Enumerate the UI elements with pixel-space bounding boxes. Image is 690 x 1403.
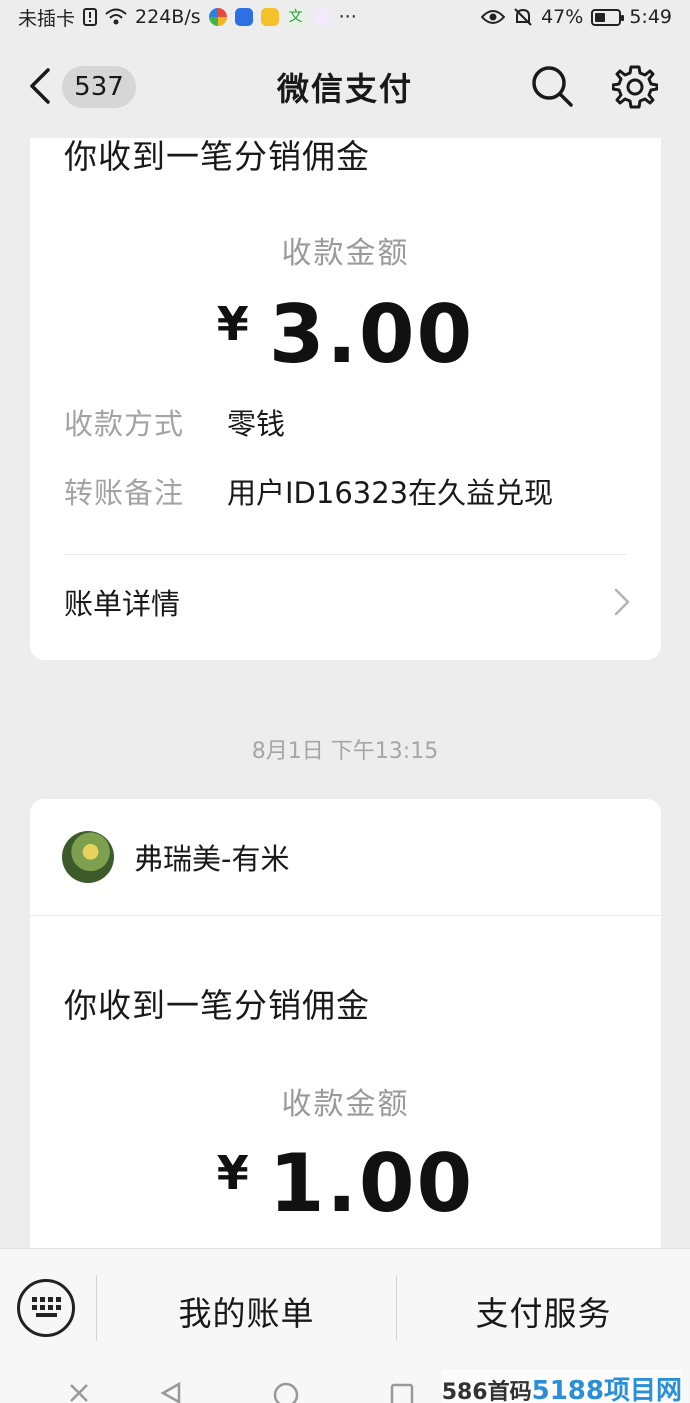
bill-detail-label: 账单详情: [64, 587, 181, 621]
eye-icon: [481, 10, 506, 24]
app-notification-icon: [312, 8, 331, 26]
network-speed: 224B/s: [135, 6, 201, 28]
watermark: 586首码5188项目网: [441, 1370, 682, 1403]
my-bills-menu[interactable]: 我的账单: [97, 1287, 396, 1335]
bell-muted-icon: [514, 8, 532, 26]
amount-value: ¥1.00: [216, 1137, 475, 1230]
payment-method-label: 收款方式: [64, 407, 185, 441]
payment-services-menu[interactable]: 支付服务: [397, 1287, 690, 1335]
divider: [64, 554, 627, 555]
nav-bar: 537 微信支付: [0, 34, 690, 138]
amount-label: 收款金额: [281, 236, 410, 271]
transfer-note-value: 用户ID16323在久益兑现: [227, 476, 554, 510]
back-triangle-icon[interactable]: [160, 1382, 182, 1403]
keyboard-icon: [32, 1297, 61, 1317]
app-notification-icon: 文: [286, 8, 305, 26]
carrier-label: 未插卡: [18, 7, 76, 30]
card-title: 你收到一笔分销佣金: [64, 138, 370, 176]
card-title: 你收到一笔分销佣金: [64, 986, 370, 1025]
sender-name: 弗瑞美-有米: [134, 842, 290, 876]
home-circle-icon[interactable]: [273, 1382, 299, 1403]
app-notification-icon: [260, 8, 279, 26]
bill-detail-link[interactable]: 账单详情: [64, 581, 631, 623]
payment-card[interactable]: 你收到一笔分销佣金 收款金额 ¥3.00 收款方式 零钱 转账备注 用户ID16…: [30, 138, 661, 660]
transfer-note-row: 转账备注 用户ID16323在久益兑现: [64, 470, 553, 512]
status-bar: 未插卡 224B/s 文 ··· 47% 5:49: [0, 0, 690, 34]
transfer-note-label: 转账备注: [64, 476, 185, 510]
message-list[interactable]: 你收到一笔分销佣金 收款金额 ¥3.00 收款方式 零钱 转账备注 用户ID16…: [0, 138, 690, 1248]
battery-percent: 47%: [541, 6, 584, 28]
amount-value: ¥3.00: [216, 288, 475, 381]
bottom-menu-bar: 我的账单 支付服务: [0, 1248, 690, 1368]
payment-card[interactable]: 弗瑞美-有米 你收到一笔分销佣金 收款金额 ¥1.00: [30, 799, 661, 1248]
close-icon[interactable]: [68, 1382, 90, 1403]
keyboard-toggle-button[interactable]: [17, 1279, 75, 1337]
sim-alert-icon: [83, 8, 98, 26]
divider: [30, 915, 661, 916]
chevron-right-icon: [614, 588, 630, 616]
search-icon[interactable]: [530, 64, 574, 108]
page-title: 微信支付: [276, 70, 413, 108]
avatar[interactable]: [62, 831, 114, 883]
app-notification-icon: [208, 8, 227, 26]
recents-square-icon[interactable]: [390, 1382, 414, 1403]
payment-method-value: 零钱: [227, 407, 286, 441]
more-notifications: ···: [338, 6, 357, 28]
clock: 5:49: [629, 6, 672, 28]
sender-row[interactable]: 弗瑞美-有米: [62, 831, 289, 883]
app-notification-icon: [234, 8, 253, 26]
payment-method-row: 收款方式 零钱: [64, 401, 285, 443]
amount-label: 收款金额: [281, 1087, 410, 1122]
battery-icon: [591, 8, 625, 26]
wifi-icon: [105, 8, 127, 25]
gear-icon[interactable]: [612, 64, 658, 110]
message-timestamp: 8月1日 下午13:15: [251, 739, 439, 764]
